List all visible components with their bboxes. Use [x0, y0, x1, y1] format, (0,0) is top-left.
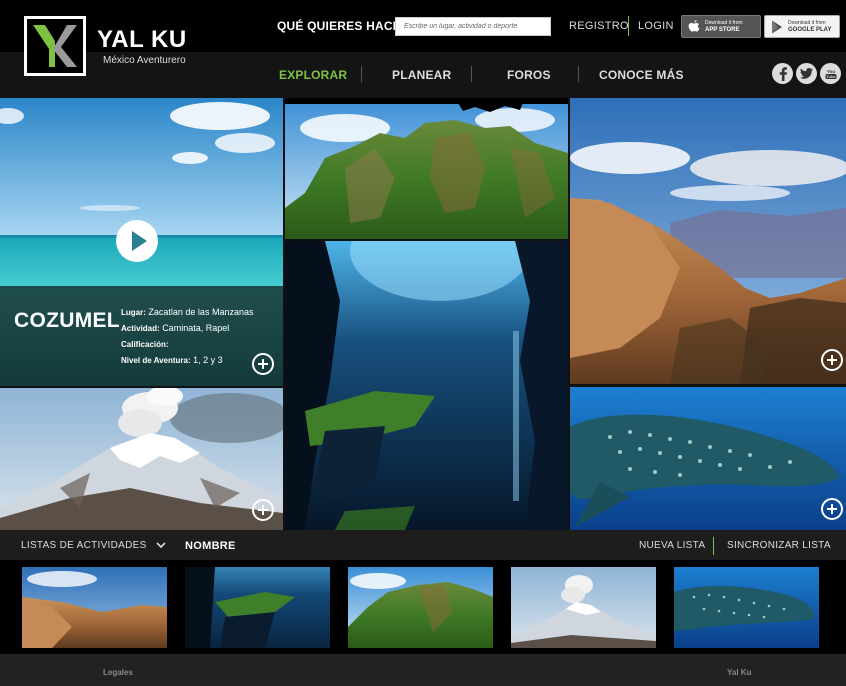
- google-play-button[interactable]: Download it from GOOGLE PLAY: [764, 15, 840, 38]
- add-button[interactable]: [821, 498, 843, 520]
- google-play-icon: [772, 20, 782, 33]
- plus-icon: [827, 355, 837, 365]
- brand-tagline: México Aventurero: [103, 55, 186, 66]
- level-label: Nivel de Aventura:: [121, 356, 191, 365]
- featured-rating: Calificación:: [121, 339, 169, 349]
- plus-icon: [827, 504, 837, 514]
- app-store-button[interactable]: Download it from APP STORE: [681, 15, 761, 38]
- featured-place: Lugar: Zacatlan de las Manzanas: [121, 307, 253, 317]
- activity-label: Actividad:: [121, 324, 160, 333]
- app-store-line1: Download it from: [705, 19, 743, 26]
- activity-lists-label: LISTAS DE ACTIVIDADES: [21, 540, 147, 551]
- volcano-thumbnail: [511, 567, 656, 648]
- facebook-icon[interactable]: [772, 63, 793, 84]
- plus-icon: [258, 505, 268, 515]
- nav-divider: [578, 66, 579, 82]
- app-store-line2: APP STORE: [705, 26, 740, 33]
- tile-cave[interactable]: [285, 241, 568, 530]
- featured-level: Nivel de Aventura: 1, 2 y 3: [121, 355, 223, 365]
- canyon-thumbnail: [22, 567, 167, 648]
- footer-legal-link[interactable]: Legales: [103, 668, 133, 677]
- nav-item-explorar[interactable]: EXPLORAR: [279, 68, 347, 82]
- thumb-whale-shark[interactable]: [674, 567, 819, 648]
- add-button[interactable]: [821, 349, 843, 371]
- place-label: Lugar:: [121, 308, 146, 317]
- nav-item-conoce-mas[interactable]: CONOCE MÁS: [599, 68, 684, 82]
- plus-icon: [258, 359, 268, 369]
- whale-shark-photo: [570, 387, 846, 530]
- cave-photo: [285, 241, 568, 530]
- activity-value: Caminata, Rapel: [162, 323, 230, 333]
- cave-thumbnail: [185, 567, 330, 648]
- list-name: NOMBRE: [185, 540, 236, 552]
- play-icon: [132, 231, 147, 251]
- chevron-down-icon: [156, 542, 166, 548]
- lists-divider: [713, 537, 714, 555]
- nav-divider: [361, 66, 362, 82]
- svg-text:Tube: Tube: [826, 74, 836, 79]
- thumb-canyon[interactable]: [22, 567, 167, 648]
- nav-divider: [471, 66, 472, 82]
- thumb-volcano[interactable]: [511, 567, 656, 648]
- tile-green-cliffs[interactable]: [285, 98, 568, 239]
- nav-item-planear[interactable]: PLANEAR: [392, 68, 451, 82]
- thumb-cave[interactable]: [185, 567, 330, 648]
- yk-logo-icon: [33, 25, 77, 67]
- brand-logo[interactable]: [24, 16, 86, 76]
- canyon-photo: [570, 98, 846, 384]
- featured-title: COZUMEL: [14, 309, 120, 332]
- featured-info-panel: [0, 286, 283, 386]
- twitter-icon[interactable]: [796, 63, 817, 84]
- tile-whale-shark[interactable]: [570, 387, 846, 530]
- activity-lists-dropdown[interactable]: LISTAS DE ACTIVIDADES: [21, 540, 166, 551]
- level-value: 1, 2 y 3: [193, 355, 223, 365]
- new-list-button[interactable]: NUEVA LISTA: [639, 540, 705, 551]
- google-play-line2: GOOGLE PLAY: [788, 26, 832, 33]
- search-input[interactable]: [395, 17, 551, 36]
- green-cliffs-thumbnail: [348, 567, 493, 648]
- whale-shark-thumbnail: [674, 567, 819, 648]
- login-link[interactable]: LOGIN: [638, 20, 674, 32]
- tile-canyon[interactable]: [570, 98, 846, 384]
- add-button[interactable]: [252, 499, 274, 521]
- nav-item-foros[interactable]: FOROS: [507, 68, 551, 82]
- footer-brand-link[interactable]: Yal Ku: [727, 668, 751, 677]
- green-cliffs-photo: [285, 98, 568, 239]
- youtube-icon[interactable]: You Tube: [820, 63, 841, 84]
- tile-volcano[interactable]: [0, 388, 283, 530]
- rating-label: Calificación:: [121, 340, 169, 349]
- apple-icon: [688, 19, 700, 32]
- brand-name: YAL KU: [97, 26, 187, 53]
- play-button[interactable]: [116, 220, 158, 262]
- header-divider: [628, 16, 629, 36]
- volcano-photo: [0, 388, 283, 530]
- google-play-line1: Download it from: [788, 19, 826, 26]
- sync-list-button[interactable]: SINCRONIZAR LISTA: [727, 540, 831, 551]
- place-value: Zacatlan de las Manzanas: [148, 307, 254, 317]
- register-link[interactable]: REGISTRO: [569, 20, 629, 32]
- thumb-green-cliffs[interactable]: [348, 567, 493, 648]
- featured-activity: Actividad: Caminata, Rapel: [121, 323, 229, 333]
- add-button[interactable]: [252, 353, 274, 375]
